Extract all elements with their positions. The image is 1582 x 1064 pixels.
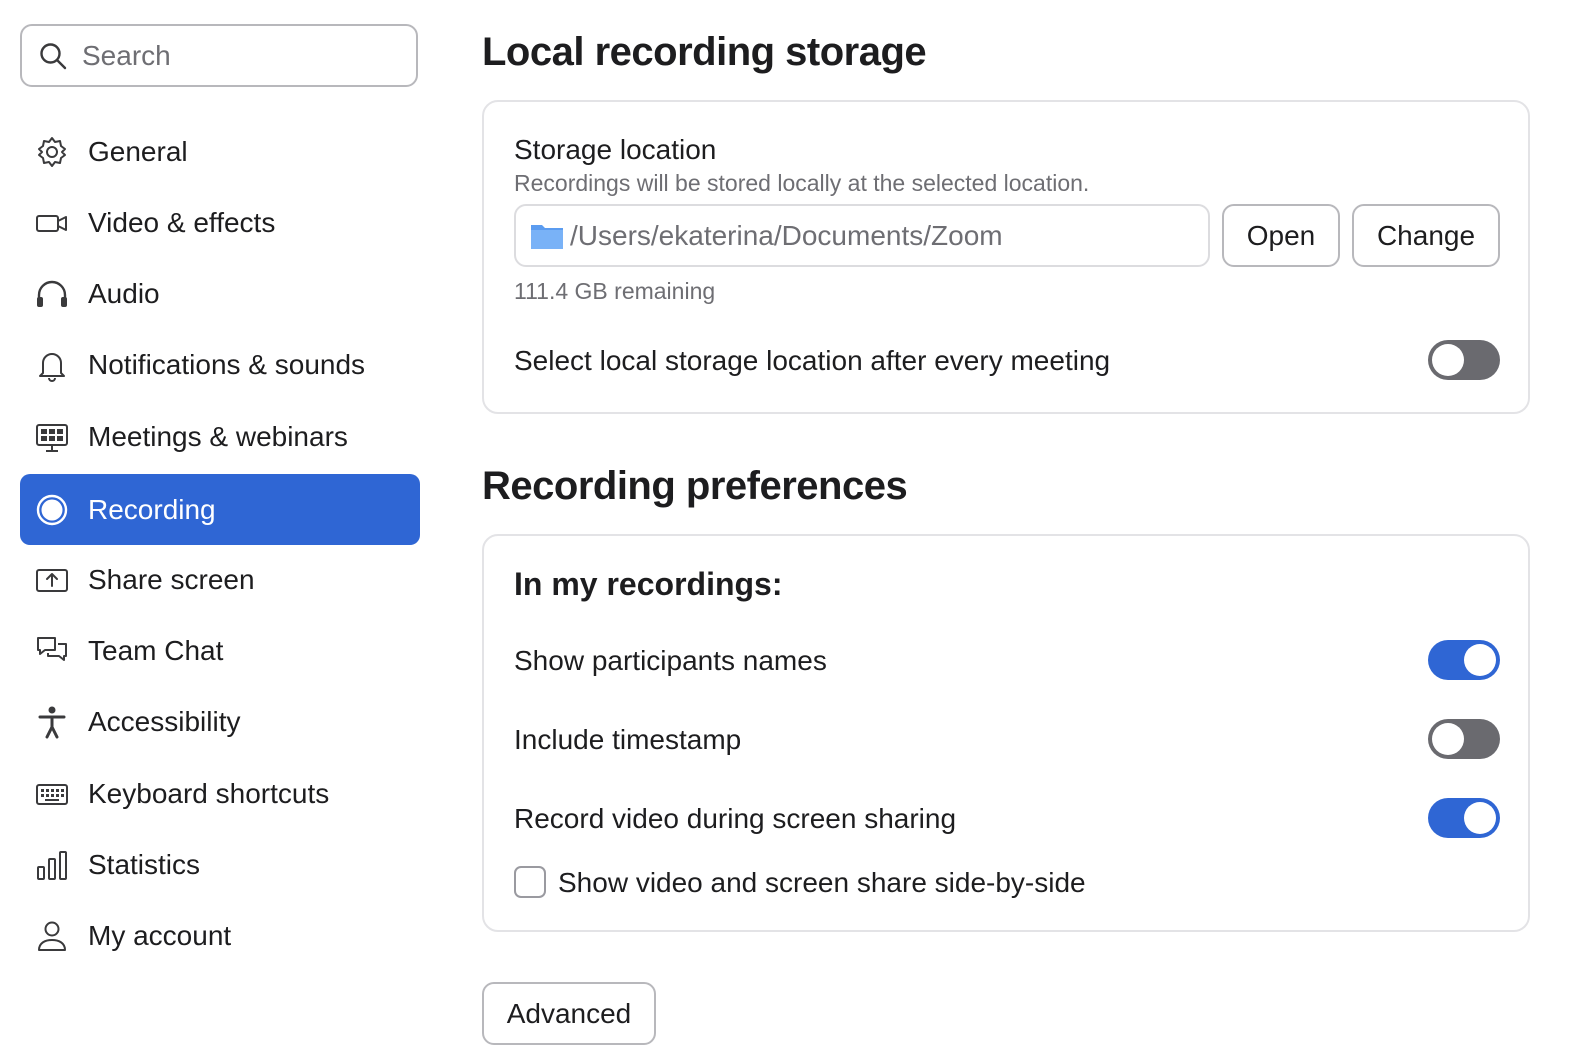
sidebar-item-label: Share screen	[88, 563, 255, 595]
sidebar-item-video-effects[interactable]: Video & effects	[20, 187, 420, 258]
accessibility-icon	[34, 704, 70, 740]
sidebar-item-statistics[interactable]: Statistics	[20, 829, 420, 900]
sidebar-item-label: Team Chat	[88, 634, 224, 666]
sidebar-item-label: Recording	[88, 493, 216, 525]
sidebar-item-audio[interactable]: Audio	[20, 258, 420, 329]
bell-icon	[34, 347, 70, 383]
show-participants-names-toggle[interactable]	[1428, 640, 1500, 680]
search-input[interactable]	[82, 39, 382, 72]
recording-preferences-title: Recording preferences	[482, 464, 908, 508]
headphones-icon	[34, 276, 70, 312]
local-storage-title: Local recording storage	[482, 30, 927, 74]
side-by-side-checkbox[interactable]	[514, 866, 546, 898]
open-button[interactable]: Open	[1222, 204, 1340, 267]
storage-path-field: /Users/ekaterina/Documents/Zoom	[514, 204, 1210, 267]
include-timestamp-label: Include timestamp	[514, 724, 742, 755]
sidebar-item-meetings-webinars[interactable]: Meetings & webinars	[20, 401, 420, 472]
person-icon	[34, 918, 70, 954]
search-box[interactable]	[20, 24, 418, 87]
storage-remaining: 111.4 GB remaining	[514, 278, 716, 304]
bar-chart-icon	[34, 847, 70, 883]
sidebar-item-label: General	[88, 135, 188, 167]
toggle-knob	[1432, 723, 1464, 755]
folder-icon	[531, 224, 563, 249]
sidebar-item-label: My account	[88, 919, 232, 951]
sidebar-item-team-chat[interactable]: Team Chat	[20, 615, 420, 686]
storage-card: Storage location Recordings will be stor…	[482, 100, 1530, 414]
settings-sidebar: General Video & effects Audio Notificati…	[0, 0, 440, 1064]
sidebar-item-label: Accessibility	[88, 705, 241, 737]
change-button[interactable]: Change	[1352, 204, 1500, 267]
share-screen-icon	[34, 562, 70, 598]
video-camera-icon	[34, 205, 70, 241]
sidebar-item-general[interactable]: General	[20, 116, 420, 187]
sidebar-item-label: Notifications & sounds	[88, 348, 366, 380]
storage-location-description: Recordings will be stored locally at the…	[514, 170, 1090, 196]
meeting-screen-icon	[34, 419, 70, 455]
select-after-meeting-toggle[interactable]	[1428, 340, 1500, 380]
sidebar-item-recording[interactable]: Recording	[20, 474, 420, 545]
select-after-meeting-label: Select local storage location after ever…	[514, 345, 1111, 376]
keyboard-icon	[34, 776, 70, 812]
sidebar-item-keyboard-shortcuts[interactable]: Keyboard shortcuts	[20, 758, 420, 829]
chat-bubbles-icon	[34, 633, 70, 669]
sidebar-item-accessibility[interactable]: Accessibility	[20, 686, 420, 757]
sidebar-item-label: Statistics	[88, 848, 201, 880]
side-by-side-label: Show video and screen share side-by-side	[558, 867, 1086, 898]
record-video-screen-sharing-label: Record video during screen sharing	[514, 803, 957, 834]
show-participants-names-label: Show participants names	[514, 645, 827, 676]
include-timestamp-toggle[interactable]	[1428, 719, 1500, 759]
sidebar-item-share-screen[interactable]: Share screen	[20, 544, 420, 615]
sidebar-item-label: Video & effects	[88, 206, 276, 238]
search-icon	[40, 42, 67, 69]
advanced-button[interactable]: Advanced	[482, 982, 656, 1045]
sidebar-item-label: Meetings & webinars	[88, 420, 348, 452]
sidebar-item-label: Keyboard shortcuts	[88, 777, 330, 809]
toggle-knob	[1464, 802, 1496, 834]
preferences-card: In my recordings: Show participants name…	[482, 534, 1530, 932]
record-video-screen-sharing-toggle[interactable]	[1428, 798, 1500, 838]
sidebar-item-label: Audio	[88, 277, 160, 309]
storage-path-text: /Users/ekaterina/Documents/Zoom	[570, 219, 1003, 251]
sidebar-item-my-account[interactable]: My account	[20, 900, 420, 971]
toggle-knob	[1464, 644, 1496, 676]
storage-location-label: Storage location	[514, 134, 717, 165]
in-my-recordings-heading: In my recordings:	[514, 566, 783, 602]
gear-icon	[34, 134, 70, 170]
toggle-knob	[1432, 344, 1464, 376]
sidebar-item-notifications[interactable]: Notifications & sounds	[20, 329, 420, 400]
record-icon	[34, 492, 70, 528]
